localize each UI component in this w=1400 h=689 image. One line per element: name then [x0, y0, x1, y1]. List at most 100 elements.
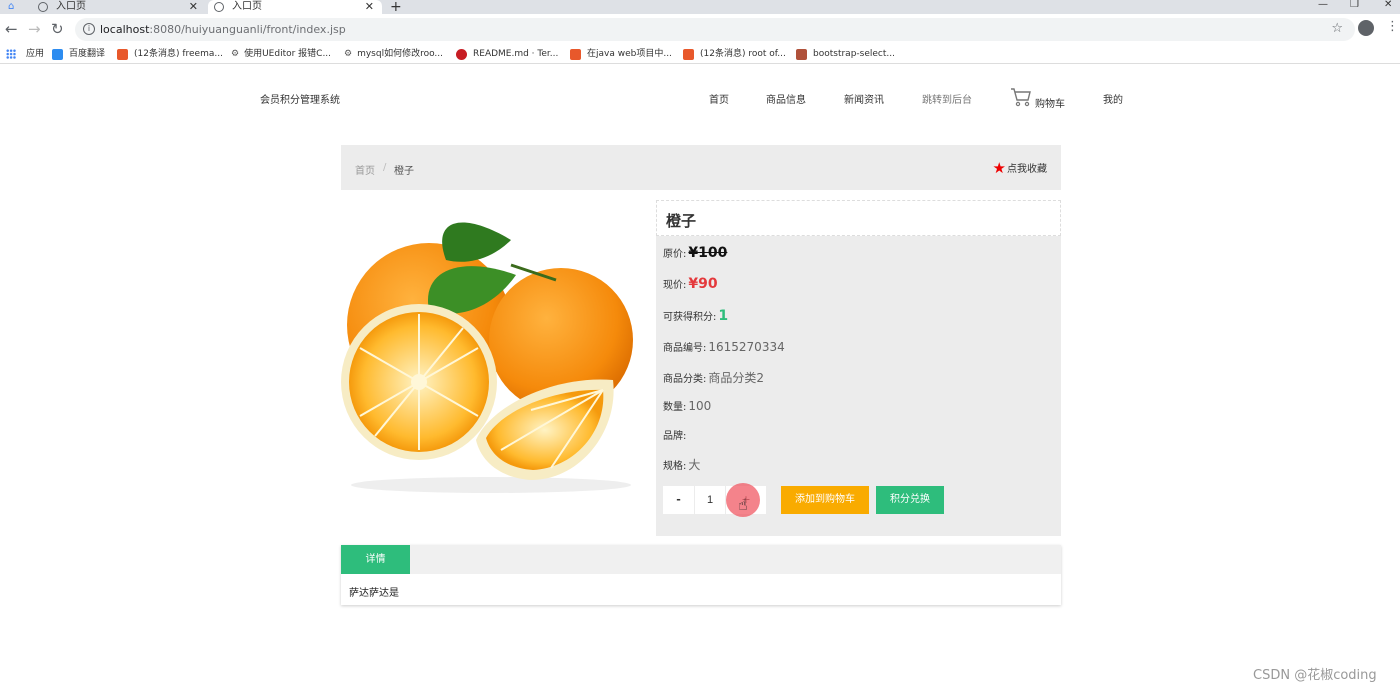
category-label: 商品分类:: [663, 374, 707, 385]
points-value: 1: [718, 308, 729, 324]
close-tab-icon[interactable]: ✕: [365, 1, 374, 13]
add-to-cart-button[interactable]: 添加到购物车: [781, 486, 869, 514]
browser-tabstrip: ⌂ 入口页 ✕ 入口页 ✕ + — ❐ ✕: [0, 0, 1400, 14]
bookmark-item[interactable]: 在java web项目中...: [570, 47, 672, 61]
redeem-points-button[interactable]: 积分兑换: [876, 486, 944, 514]
browser-menu-icon[interactable]: ⋮: [1386, 20, 1399, 34]
bookmark-label: README.md · Ter...: [473, 49, 559, 59]
home-icon: ⌂: [8, 1, 15, 12]
bookmark-label: (12条消息) freema...: [134, 49, 223, 59]
new-tab-button[interactable]: +: [390, 0, 402, 14]
brand-row: 品牌:: [663, 427, 688, 442]
nav-products[interactable]: 商品信息: [766, 91, 806, 106]
reload-icon[interactable]: ↻: [51, 21, 64, 37]
bookmark-label: 百度翻译: [69, 49, 106, 59]
points-row: 可获得积分: 1: [663, 308, 728, 324]
current-price: ¥90: [688, 276, 718, 292]
favorite-button[interactable]: ★ 点我收藏: [993, 160, 1047, 175]
watermark: CSDN @花椒coding: [1253, 668, 1377, 683]
bookmark-item[interactable]: ⚙ 使用UEditor 报错C...: [231, 47, 331, 61]
details-section: 详情 萨达萨达是: [341, 545, 1061, 605]
star-icon: ★: [992, 158, 1006, 177]
breadcrumb-separator: /: [383, 162, 387, 173]
gear-bookmark-icon: ⚙: [231, 49, 240, 59]
minimize-icon[interactable]: —: [1318, 0, 1328, 10]
details-content: 萨达萨达是: [349, 588, 399, 599]
browser-toolbar: ← → ↻ i localhost:8080/huiyuanguanli/fro…: [0, 14, 1400, 44]
breadcrumb-current: 橙子: [394, 166, 414, 177]
quantity-input[interactable]: [695, 486, 725, 514]
points-label: 可获得积分:: [663, 312, 717, 323]
original-price-label: 原价:: [663, 249, 687, 260]
bookmark-item[interactable]: ⚙ mysql如何修改roo...: [344, 47, 443, 61]
quantity-label: 数量:: [663, 402, 687, 413]
product-image: [341, 222, 633, 493]
nav-mine[interactable]: 我的: [1103, 91, 1123, 106]
breadcrumb: 首页 / 橙子 ★ 点我收藏: [341, 145, 1061, 190]
bookmark-item[interactable]: bootstrap-select...: [796, 47, 895, 61]
info-icon[interactable]: i: [83, 23, 95, 35]
code-row: 商品编号: 1615270334: [663, 339, 785, 354]
nav-admin[interactable]: 跳转到后台: [922, 91, 972, 106]
quantity-value: 100: [688, 399, 712, 413]
bookmark-page-icon: [796, 48, 807, 60]
profile-avatar-icon[interactable]: [1358, 20, 1374, 36]
brand-label: 品牌:: [663, 431, 687, 442]
current-price-row: 现价: ¥90: [663, 276, 718, 292]
baidu-translate-icon: [52, 48, 63, 60]
current-price-label: 现价:: [663, 280, 687, 291]
globe-icon: [38, 2, 48, 12]
gear-bookmark-icon: ⚙: [344, 49, 353, 59]
tab-search-icon[interactable]: ⌂: [8, 0, 22, 14]
nav-cart[interactable]: 购物车: [1035, 95, 1065, 110]
bookmark-item[interactable]: (12条消息) root of...: [683, 47, 786, 61]
quantity-row: 数量: 100: [663, 398, 711, 413]
hand-cursor-icon: ☝: [738, 495, 748, 514]
csdn-icon: [683, 48, 694, 60]
category-value: 商品分类2: [708, 371, 765, 385]
bookmark-star-icon[interactable]: ☆: [1331, 21, 1343, 36]
category-row: 商品分类: 商品分类2: [663, 369, 764, 386]
product-name: 橙子: [666, 212, 697, 230]
address-bar[interactable]: i localhost:8080/huiyuanguanli/front/ind…: [75, 18, 1355, 41]
nav-home[interactable]: 首页: [709, 91, 729, 106]
apps-grid-icon: [6, 49, 16, 59]
bookmark-label: mysql如何修改roo...: [357, 49, 444, 59]
bookmark-item[interactable]: 百度翻译: [52, 47, 105, 61]
tab-details[interactable]: 详情: [341, 545, 410, 574]
original-price: ¥100: [688, 245, 728, 261]
tab-title: 入口页: [232, 1, 262, 12]
spec-label: 规格:: [663, 461, 687, 472]
bookmark-item[interactable]: (12条消息) freema...: [117, 47, 223, 61]
forward-arrow-icon[interactable]: →: [28, 21, 41, 37]
favorite-label: 点我收藏: [1007, 164, 1047, 175]
shopping-cart-icon[interactable]: [1010, 87, 1032, 107]
bookmark-apps[interactable]: 应用: [6, 47, 44, 61]
bookmark-label: bootstrap-select...: [813, 49, 895, 59]
csdn-icon: [570, 48, 581, 60]
browser-tab-active[interactable]: 入口页 ✕: [208, 0, 382, 14]
close-window-icon[interactable]: ✕: [1384, 0, 1392, 10]
nav-news[interactable]: 新闻资讯: [844, 91, 884, 106]
spec-row: 规格: 大: [663, 456, 700, 473]
bookmark-label: 在java web项目中...: [587, 49, 672, 59]
bookmark-item[interactable]: README.md · Ter...: [456, 47, 558, 61]
breadcrumb-home[interactable]: 首页: [355, 162, 375, 177]
spec-value: 大: [688, 458, 701, 472]
browser-tab[interactable]: 入口页 ✕: [38, 0, 200, 14]
close-tab-icon[interactable]: ✕: [189, 1, 198, 13]
code-label: 商品编号:: [663, 343, 707, 354]
url-text[interactable]: localhost:8080/huiyuanguanli/front/index…: [100, 22, 346, 37]
bookmarks-bar: 应用 百度翻译 (12条消息) freema... ⚙ 使用UEditor 报错…: [0, 44, 1400, 64]
back-arrow-icon[interactable]: ←: [5, 21, 18, 37]
quantity-minus-button[interactable]: -: [663, 486, 694, 514]
gitee-icon: [456, 48, 467, 60]
restore-icon[interactable]: ❐: [1350, 0, 1359, 10]
product-info-panel: 橙子 原价: ¥100 现价: ¥90 可获得积分: 1 商品编号: 16152…: [656, 200, 1061, 536]
globe-icon: [214, 2, 224, 12]
product-title-box: 橙子: [656, 200, 1061, 236]
site-name: 会员积分管理系统: [260, 95, 340, 106]
csdn-icon: [117, 48, 128, 60]
code-value: 1615270334: [708, 340, 785, 354]
bookmark-label: 应用: [26, 49, 45, 59]
